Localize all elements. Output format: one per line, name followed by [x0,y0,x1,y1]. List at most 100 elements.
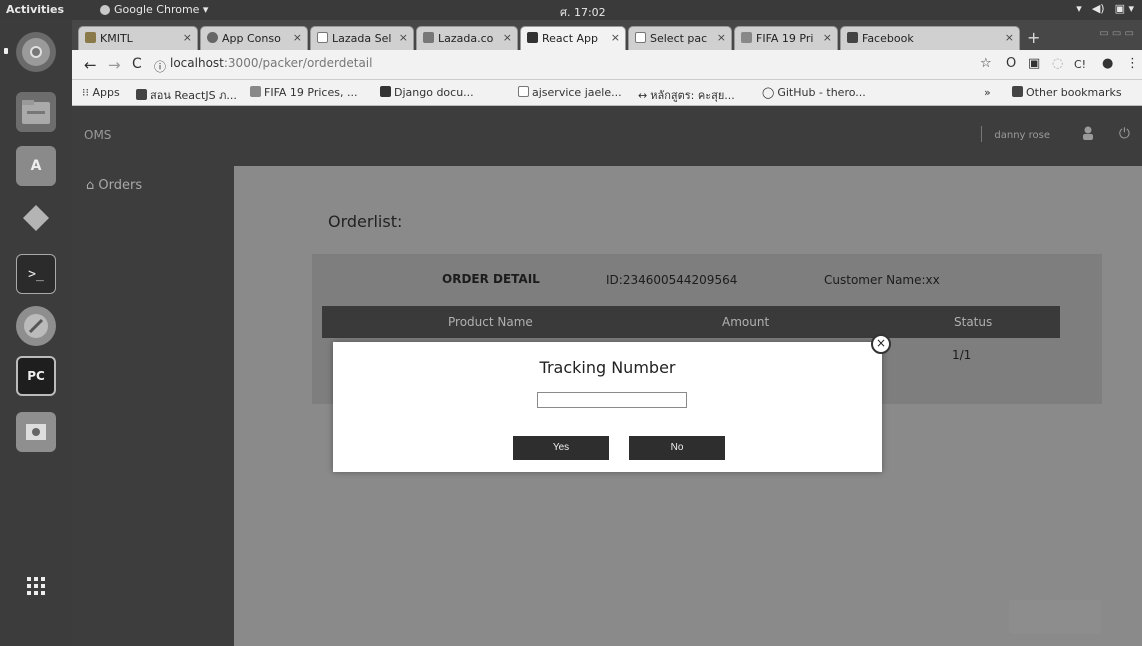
no-button[interactable]: No [629,436,725,460]
order-detail-label: ORDER DETAIL [442,272,540,286]
tab-label: FIFA 19 Pri [756,32,814,45]
tab-label: Select pac [650,32,708,45]
tab-react-app[interactable]: React App × [520,26,626,50]
activities-button[interactable]: Activities [6,3,64,16]
folder-icon [1012,86,1023,97]
bookmark-react-course[interactable]: สอน ReactJS ภ... [136,86,237,104]
tracking-number-input[interactable] [537,392,687,408]
tab-fifa-prices[interactable]: FIFA 19 Pri × [734,26,838,50]
chrome-icon[interactable] [16,32,56,72]
tab-close-icon[interactable]: × [1005,31,1014,44]
tab-close-icon[interactable]: × [399,31,408,44]
bookmark-ajservice[interactable]: ajservice jaele... [518,86,622,99]
software-store-icon[interactable]: A [16,146,56,186]
extension-icon[interactable]: C! [1074,58,1086,71]
apps-grid-icon: ⁝⁝ [82,86,89,99]
modal-title: Tracking Number [539,358,676,377]
bookmark-fifa[interactable]: FIFA 19 Prices, ... [250,86,357,99]
fifa-favicon-icon [250,86,261,97]
tab-kmitl[interactable]: KMITL × [78,26,198,50]
app-menu[interactable]: Google Chrome ▾ [100,3,208,16]
lazada-favicon-icon [423,32,434,43]
bookmarks-overflow[interactable]: » [984,86,991,99]
active-app-indicator [4,48,8,54]
bookmark-star-icon[interactable]: ☆ [980,56,992,71]
sidebar-item-orders[interactable]: ⌂ Orders [86,178,142,193]
tab-close-icon[interactable]: × [503,31,512,44]
inkscape-icon[interactable] [16,306,56,346]
tab-lazada-seller[interactable]: Lazada Sel × [310,26,414,50]
info-icon[interactable]: ⓘ [154,58,166,75]
pycharm-icon[interactable]: PC [16,356,56,396]
volume-icon: ◀) [1091,2,1105,15]
extension-icon[interactable]: ◌ [1052,56,1063,71]
tab-close-icon[interactable]: × [717,31,726,44]
page-favicon-icon [518,86,529,97]
tab-close-icon[interactable]: × [183,31,192,44]
yes-button[interactable]: Yes [513,436,609,460]
url-host: localhost [170,56,224,70]
address-bar[interactable]: localhost:3000/packer/orderdetail [170,56,372,70]
column-header-status: Status [954,315,993,329]
power-icon[interactable]: ⏻ [1119,126,1130,142]
github-icon: ◯ [762,86,775,99]
close-icon[interactable]: × [871,334,891,354]
status-cell: 1/1 [952,348,972,362]
battery-icon: ▣ ▾ [1114,2,1134,15]
opera-extension-icon[interactable]: O [1006,56,1016,71]
tab-select-package[interactable]: Select pac × [628,26,732,50]
bookmark-curriculum[interactable]: ↔ หลักสูตร: คะสุย... [638,86,735,104]
system-top-bar: Activities Google Chrome ▾ ศ. 17:02 ▾ ◀)… [0,0,1142,20]
menu-dots-icon[interactable]: ⋮ [1126,56,1139,71]
django-icon [380,86,391,97]
tab-app-console[interactable]: App Conso × [200,26,308,50]
forward-arrow-icon[interactable]: → [108,56,121,74]
app-navbar: OMS danny rose ⏻ [72,106,1142,166]
bookmark-django[interactable]: Django docu... [380,86,474,99]
react-favicon-icon [527,32,538,43]
tab-label: Lazada Sel [332,32,392,45]
tab-close-icon[interactable]: × [823,31,832,44]
tab-label: Lazada.co [438,32,494,45]
link-icon: ↔ [638,89,648,102]
tab-close-icon[interactable]: × [611,31,620,44]
chrome-window: KMITL × App Conso × Lazada Sel × Lazada.co ×… [72,20,1142,646]
bookmark-github[interactable]: ◯ GitHub - thero... [762,86,866,99]
sublime-icon[interactable] [16,198,56,238]
apps-grid-icon[interactable] [16,566,56,606]
app-console-favicon-icon [207,32,218,43]
bottom-action-button[interactable] [1009,600,1101,634]
app-sidebar: ⌂ Orders [72,166,234,646]
reload-icon[interactable]: C [132,56,142,72]
window-controls[interactable]: ▭ ▭ ▭ [1099,28,1134,39]
tab-lazada-co[interactable]: Lazada.co × [416,26,518,50]
user-icon[interactable] [1082,126,1094,144]
system-tray[interactable]: ▾ ◀) ▣ ▾ [1076,2,1134,15]
customer-name: Customer Name:xx [824,273,940,287]
brand-logo[interactable]: OMS [84,128,111,142]
page-title: Orderlist: [328,212,403,231]
back-arrow-icon[interactable]: ← [84,56,97,74]
facebook-favicon-icon [847,32,858,43]
screenshot-icon[interactable] [16,412,56,452]
username-label: danny rose [994,130,1050,141]
clock[interactable]: ศ. 17:02 [560,3,606,21]
bookmarks-bar: ⁝⁝ Apps สอน ReactJS ภ... FIFA 19 Prices,… [72,80,1142,106]
extension-icon[interactable]: ● [1102,56,1113,71]
tab-close-icon[interactable]: × [293,31,302,44]
bookmark-apps[interactable]: ⁝⁝ Apps [82,86,120,99]
terminal-icon[interactable]: >_ [16,254,56,294]
page-favicon-icon [317,32,328,43]
other-bookmarks[interactable]: Other bookmarks [1012,86,1122,99]
page-favicon-icon [635,32,646,43]
new-tab-button[interactable]: + [1027,28,1040,47]
url-path: :3000/packer/orderdetail [223,56,373,70]
chrome-small-icon [100,4,110,15]
column-header-product-name: Product Name [448,315,533,329]
column-header-amount: Amount [722,315,770,329]
extension-icon[interactable]: ▣ [1028,56,1040,71]
files-icon[interactable] [16,92,56,132]
tab-facebook[interactable]: Facebook × [840,26,1020,50]
page-viewport: OMS danny rose ⏻ ⌂ Orders Orderlist: ORD… [72,106,1142,646]
youtube-icon [136,89,147,100]
